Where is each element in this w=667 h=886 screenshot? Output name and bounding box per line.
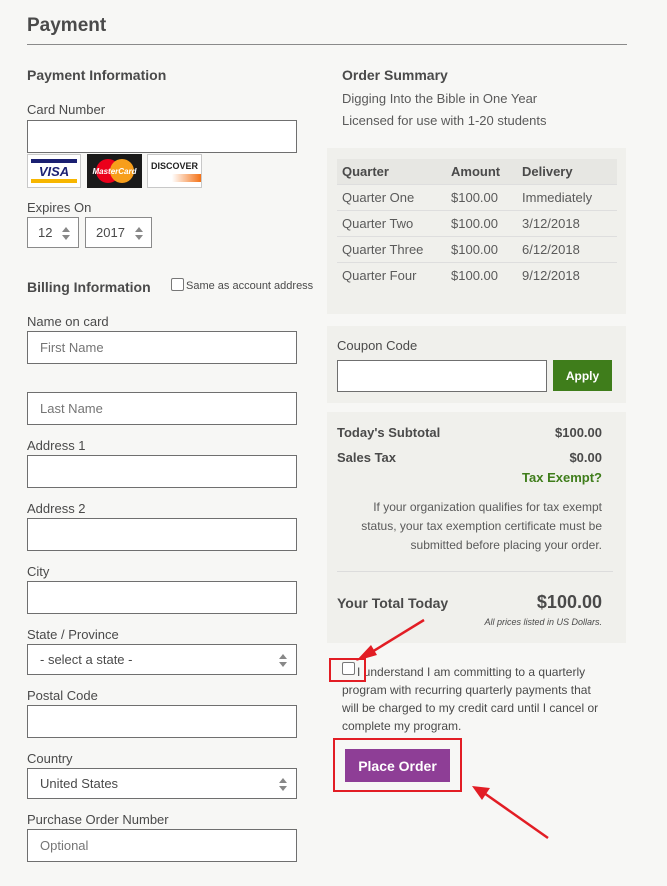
total-label: Your Total Today — [337, 595, 449, 611]
state-label: State / Province — [27, 627, 119, 642]
table-cell: Quarter One — [337, 184, 451, 211]
discover-logo-text: DISCOVER — [150, 160, 198, 171]
table-row: Quarter Four $100.00 9/12/2018 — [337, 262, 617, 288]
coupon-code-input[interactable] — [337, 360, 547, 392]
updown-arrows-icon — [61, 227, 71, 241]
table-cell: Quarter Three — [337, 236, 451, 263]
po-number-label: Purchase Order Number — [27, 812, 169, 827]
subtotal-value: $100.00 — [555, 425, 602, 440]
state-select[interactable]: - select a state - — [27, 644, 297, 675]
tax-exempt-note: If your organization qualifies for tax e… — [361, 500, 602, 552]
sales-tax-label: Sales Tax — [337, 450, 397, 465]
table-cell: Quarter Four — [337, 262, 451, 288]
table-cell: 3/12/2018 — [522, 210, 617, 237]
updown-arrows-icon — [278, 654, 288, 668]
same-as-account-label: Same as account address — [186, 280, 314, 292]
mastercard-icon: MasterCard — [87, 154, 142, 188]
column-header: Quarter — [337, 159, 451, 185]
expires-label: Expires On — [27, 200, 92, 215]
mastercard-logo-text: MasterCard — [92, 166, 137, 176]
column-header: Delivery — [522, 159, 617, 185]
table-row: Quarter Three $100.00 6/12/2018 — [337, 236, 617, 263]
exp-month-select[interactable]: 12 — [27, 217, 79, 248]
red-arrow-icon — [356, 618, 425, 661]
postal-code-label: Postal Code — [27, 688, 98, 703]
page-title: Payment — [27, 15, 107, 36]
address2-label: Address 2 — [27, 501, 86, 516]
visa-card-icon: VISA — [27, 154, 81, 188]
agreement-text: I understand I am committing to a quarte… — [342, 665, 599, 733]
table-cell: $100.00 — [451, 236, 522, 263]
sales-tax-value: $0.00 — [569, 450, 602, 465]
updown-arrows-icon — [134, 227, 144, 241]
table-row: Quarter One $100.00 Immediately — [337, 184, 617, 211]
column-header: Amount — [451, 159, 522, 185]
place-order-highlight-box — [333, 738, 462, 792]
exp-year-value: 2017 — [96, 225, 125, 240]
city-label: City — [27, 564, 50, 579]
coupon-code-label: Coupon Code — [337, 338, 418, 353]
table-cell: Immediately — [522, 184, 617, 211]
title-divider — [27, 44, 627, 45]
country-label: Country — [27, 751, 73, 766]
totals-divider — [337, 571, 613, 572]
payment-info-heading: Payment Information — [27, 67, 167, 83]
name-on-card-label: Name on card — [27, 314, 109, 329]
updown-arrows-icon — [278, 778, 288, 792]
quarters-table: Quarter Amount Delivery Quarter One $100… — [337, 159, 617, 288]
product-name: Digging Into the Bible in One Year — [342, 91, 538, 106]
postal-code-input[interactable] — [27, 705, 297, 738]
exp-month-value: 12 — [38, 225, 53, 240]
table-cell: Quarter Two — [337, 210, 451, 237]
billing-info-heading: Billing Information — [27, 279, 151, 295]
subtotal-label: Today's Subtotal — [337, 425, 441, 440]
table-header-row: Quarter Amount Delivery — [337, 159, 617, 185]
state-select-value: - select a state - — [40, 652, 133, 667]
same-as-account-checkbox[interactable] — [171, 278, 184, 291]
address1-label: Address 1 — [27, 438, 86, 453]
country-select-value: United States — [40, 776, 119, 791]
red-arrow-icon — [472, 786, 549, 840]
order-summary-heading: Order Summary — [342, 67, 448, 83]
city-input[interactable] — [27, 581, 297, 614]
currency-note: All prices listed in US Dollars. — [484, 617, 602, 627]
visa-logo-text: VISA — [38, 163, 70, 179]
po-number-input[interactable] — [27, 829, 297, 862]
card-number-label: Card Number — [27, 102, 106, 117]
exp-year-select[interactable]: 2017 — [85, 217, 152, 248]
address2-input[interactable] — [27, 518, 297, 551]
table-cell: $100.00 — [451, 210, 522, 237]
tax-exempt-link[interactable]: Tax Exempt? — [522, 470, 602, 485]
card-number-input[interactable] — [27, 120, 297, 153]
table-cell: $100.00 — [451, 184, 522, 211]
table-cell: 9/12/2018 — [522, 262, 617, 288]
address1-input[interactable] — [27, 455, 297, 488]
first-name-input[interactable] — [27, 331, 297, 364]
table-cell: 6/12/2018 — [522, 236, 617, 263]
country-select[interactable]: United States — [27, 768, 297, 799]
discover-card-icon: DISCOVER — [147, 154, 202, 188]
total-value: $100.00 — [536, 592, 602, 612]
table-cell: $100.00 — [451, 262, 522, 288]
table-row: Quarter Two $100.00 3/12/2018 — [337, 210, 617, 237]
last-name-input[interactable] — [27, 392, 297, 425]
license-text: Licensed for use with 1-20 students — [342, 113, 547, 128]
apply-coupon-button[interactable]: Apply — [553, 360, 612, 391]
